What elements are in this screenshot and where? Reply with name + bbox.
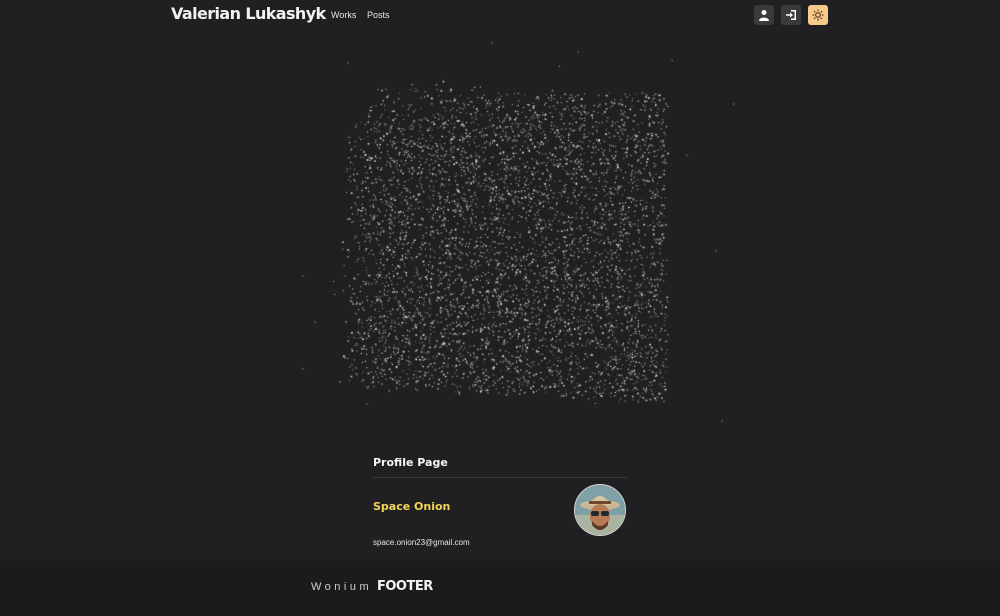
nav-link-works[interactable]: Works bbox=[331, 10, 356, 20]
footer-logo: Wonium bbox=[311, 581, 373, 593]
profile-page-title: Profile Page bbox=[373, 456, 448, 469]
user-icon bbox=[759, 10, 769, 21]
page: Valerian Lukashyk Works Posts Profile Pa… bbox=[0, 0, 1000, 616]
login-icon bbox=[786, 10, 796, 20]
profile-email: space.onion23@gmail.com bbox=[373, 538, 470, 547]
profile-button[interactable] bbox=[754, 5, 774, 25]
profile-divider bbox=[373, 477, 627, 478]
footer-label: FOOTER bbox=[377, 579, 433, 594]
header: Valerian Lukashyk Works Posts bbox=[0, 0, 1000, 30]
profile-username: Space Onion bbox=[373, 500, 451, 513]
theme-toggle-button[interactable] bbox=[808, 5, 828, 25]
sun-icon bbox=[812, 9, 824, 21]
footer: Wonium FOOTER bbox=[0, 561, 1000, 616]
login-button[interactable] bbox=[781, 5, 801, 25]
avatar-image bbox=[575, 485, 625, 535]
brand-logo[interactable]: Valerian Lukashyk bbox=[171, 4, 326, 23]
nav-link-posts[interactable]: Posts bbox=[367, 10, 390, 20]
avatar bbox=[574, 484, 626, 536]
particle-cube-animation bbox=[280, 40, 740, 440]
